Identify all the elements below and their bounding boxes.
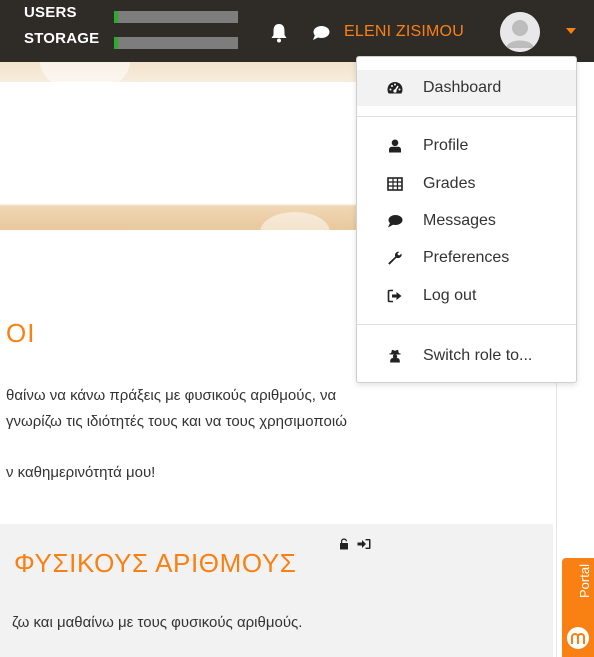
users-quota-fill [114,11,118,23]
portal-label: Portal [577,564,592,598]
bell-icon[interactable] [270,23,288,43]
user-name[interactable]: ELENI ZISIMOU [344,23,464,41]
summary-line: γνωρίζω τις ιδιότητές τους και να τους χ… [6,413,347,430]
menu-item-dashboard[interactable]: Dashboard [357,70,576,106]
course-section: ΦΥΣΙΚΟΥΣ ΑΡΙΘΜΟΥΣ ζω και μαθαίνω με τους… [0,524,553,657]
top-navbar: USERS STORAGE ELENI ZISIMOU [0,0,594,62]
section-summary: ζω και μαθαίνω με τους φυσικούς αριθμούς… [12,614,303,631]
menu-item-label: Dashboard [423,79,502,96]
menu-item-label: Preferences [423,249,510,266]
users-quota-label: USERS [24,4,77,21]
menu-item-switch-role[interactable]: Switch role to... [357,338,576,374]
chat-icon [388,215,403,228]
summary-line: ν καθημερινότητά μου! [6,464,156,481]
chat-icon[interactable] [312,25,330,41]
avatar-person-icon [500,12,540,52]
menu-item-label: Switch role to... [423,347,533,364]
user-secret-icon [389,349,401,363]
avatar[interactable] [500,12,540,52]
summary-line: θαίνω να κάνω πράξεις με φυσικούς αριθμο… [6,387,337,404]
user-icon [389,139,401,153]
section-title[interactable]: ΦΥΣΙΚΟΥΣ ΑΡΙΘΜΟΥΣ [14,548,296,579]
users-quota-bar [114,11,238,23]
dashboard-icon [387,82,403,94]
menu-divider [357,116,576,117]
lock-icon [340,538,348,550]
storage-quota-fill [114,37,118,49]
menu-item-preferences[interactable]: Preferences [357,240,576,276]
menu-divider [357,324,576,325]
menu-item-label: Grades [423,175,476,192]
menu-item-label: Log out [423,287,477,304]
sign-out-icon [387,289,402,303]
wrench-icon [388,251,402,265]
banner-decoration [260,212,330,230]
section-heading: ΟΙ [6,318,36,348]
menu-item-grades[interactable]: Grades [357,166,576,202]
user-dropdown-menu: Dashboard Profile Grades Messages Prefer… [356,56,577,383]
menu-item-logout[interactable]: Log out [357,278,576,314]
menu-item-profile[interactable]: Profile [357,128,576,164]
storage-quota-label: STORAGE [24,30,100,47]
storage-quota-bar [114,37,238,49]
menu-item-label: Messages [423,212,496,229]
table-icon [387,177,403,191]
caret-down-icon[interactable] [566,28,576,34]
sign-in-icon[interactable] [357,538,371,550]
menu-item-messages[interactable]: Messages [357,203,576,239]
menu-item-label: Profile [423,137,469,154]
moodle-logo-icon [567,627,589,649]
